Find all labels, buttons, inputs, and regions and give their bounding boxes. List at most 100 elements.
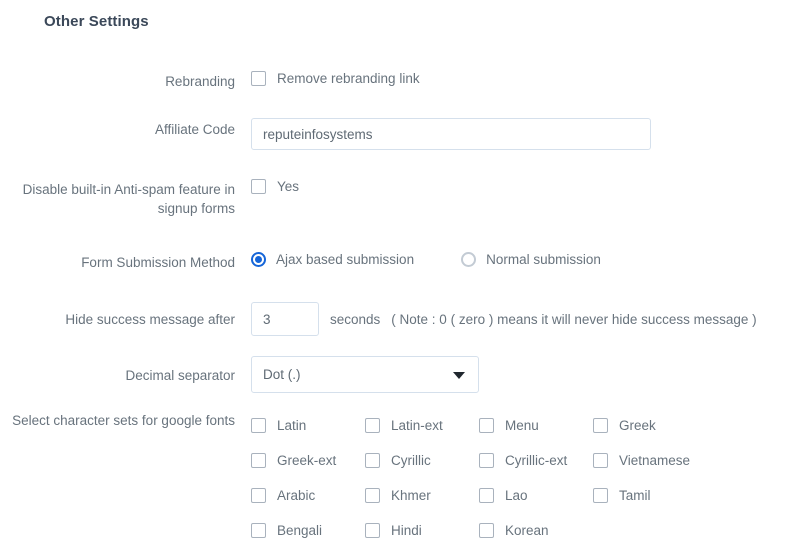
charset-cell: Tamil (593, 487, 707, 504)
form-row-character-sets: Select character sets for google fonts L… (0, 408, 796, 548)
radio-group-submission-method: Ajax based submission Normal submission (251, 251, 796, 268)
field-decimal-separator: Dot (.) (235, 356, 796, 393)
checkbox-cyrillic-ext[interactable]: Cyrillic-ext (479, 452, 567, 469)
checkbox-label: Bengali (277, 523, 323, 538)
radio-button-icon[interactable] (461, 252, 477, 267)
checkbox-khmer[interactable]: Khmer (365, 487, 431, 504)
checkbox-disable-antispam-yes[interactable]: Yes (251, 178, 299, 195)
checkbox-latin[interactable]: Latin (251, 417, 306, 434)
checkbox-box-icon[interactable] (593, 488, 608, 503)
checkbox-box-icon[interactable] (593, 453, 608, 468)
field-antispam: Yes (235, 178, 796, 199)
label-hide-success-message: Hide success message after (65, 312, 235, 327)
checkbox-lao[interactable]: Lao (479, 487, 528, 504)
charset-row: Latin Latin-ext Menu Greek (251, 408, 796, 443)
checkbox-hindi[interactable]: Hindi (365, 522, 422, 539)
charset-cell: Korean (479, 522, 593, 539)
checkbox-box-icon[interactable] (251, 71, 266, 86)
label-rebranding: Rebranding (165, 74, 235, 89)
checkbox-bengali[interactable]: Bengali (251, 522, 322, 539)
checkbox-box-icon[interactable] (365, 523, 380, 538)
checkbox-label: Arabic (277, 488, 316, 503)
label-form-submission-method: Form Submission Method (81, 255, 235, 270)
field-hide-success-message: seconds ( Note : 0 ( zero ) means it wil… (235, 302, 796, 336)
checkbox-tamil[interactable]: Tamil (593, 487, 651, 504)
label-affiliate-code: Affiliate Code (154, 122, 235, 137)
charset-cell: Vietnamese (593, 452, 707, 469)
field-character-sets: Latin Latin-ext Menu Greek Greek-ext Cyr… (235, 408, 796, 548)
decimal-separator-selected-value[interactable]: Dot (.) (251, 356, 479, 393)
charset-cell: Cyrillic-ext (479, 452, 593, 469)
checkbox-label: Khmer (391, 488, 431, 503)
checkbox-greek[interactable]: Greek (593, 417, 656, 434)
affiliate-code-input[interactable] (251, 118, 651, 150)
charset-cell: Latin (251, 417, 365, 434)
hide-success-note: ( Note : 0 ( zero ) means it will never … (391, 311, 757, 327)
radio-normal-submission[interactable]: Normal submission (461, 251, 601, 268)
charset-cell: Latin-ext (365, 417, 479, 434)
charset-row: Bengali Hindi Korean (251, 513, 796, 548)
checkbox-greek-ext[interactable]: Greek-ext (251, 452, 336, 469)
checkbox-box-icon[interactable] (251, 453, 266, 468)
charset-cell: Menu (479, 417, 593, 434)
checkbox-cyrillic[interactable]: Cyrillic (365, 452, 431, 469)
other-settings-panel: Other Settings Rebranding Remove rebrand… (0, 0, 796, 558)
checkbox-remove-rebranding-link[interactable]: Remove rebranding link (251, 70, 420, 87)
checkbox-box-icon[interactable] (251, 418, 266, 433)
radio-button-icon[interactable] (251, 252, 266, 267)
radio-label: Normal submission (486, 252, 601, 267)
checkbox-box-icon[interactable] (593, 418, 608, 433)
checkbox-label: Vietnamese (619, 453, 691, 468)
seconds-unit-label: seconds (330, 311, 381, 327)
form-row-hide-success-message: Hide success message after seconds ( Not… (0, 302, 796, 336)
form-row-submission-method: Form Submission Method Ajax based submis… (0, 251, 796, 272)
checkbox-box-icon[interactable] (251, 523, 266, 538)
checkbox-label: Greek-ext (277, 453, 337, 468)
checkbox-label: Menu (505, 418, 539, 433)
decimal-separator-select[interactable]: Dot (.) (251, 356, 479, 393)
form-row-affiliate-code: Affiliate Code (0, 118, 796, 150)
charset-cell: Greek-ext (251, 452, 365, 469)
charset-cell: Cyrillic (365, 452, 479, 469)
checkbox-korean[interactable]: Korean (479, 522, 549, 539)
charset-row: Arabic Khmer Lao Tamil (251, 478, 796, 513)
checkbox-box-icon[interactable] (365, 453, 380, 468)
page-title: Other Settings (44, 13, 149, 30)
checkbox-latin-ext[interactable]: Latin-ext (365, 417, 443, 434)
radio-label: Ajax based submission (276, 252, 415, 267)
checkbox-box-icon[interactable] (251, 179, 266, 194)
checkbox-label: Yes (277, 179, 300, 194)
checkbox-label: Korean (505, 523, 549, 538)
checkbox-box-icon[interactable] (479, 523, 494, 538)
charset-row: Greek-ext Cyrillic Cyrillic-ext Vietname… (251, 443, 796, 478)
charset-cell: Khmer (365, 487, 479, 504)
hide-success-seconds-input[interactable] (251, 302, 319, 336)
character-sets-grid: Latin Latin-ext Menu Greek Greek-ext Cyr… (251, 408, 796, 548)
field-affiliate-code (235, 118, 796, 150)
checkbox-box-icon[interactable] (479, 488, 494, 503)
checkbox-label: Hindi (391, 523, 422, 538)
charset-cell: Lao (479, 487, 593, 504)
checkbox-label: Greek (619, 418, 656, 433)
charset-cell: Arabic (251, 487, 365, 504)
checkbox-label: Cyrillic (391, 453, 431, 468)
checkbox-label: Remove rebranding link (277, 71, 420, 86)
label-disable-antispam: Disable built-in Anti-spam feature in si… (22, 182, 235, 216)
checkbox-box-icon[interactable] (365, 418, 380, 433)
radio-ajax-based-submission[interactable]: Ajax based submission (251, 251, 414, 268)
label-select-character-sets: Select character sets for google fonts (12, 413, 235, 428)
checkbox-menu[interactable]: Menu (479, 417, 539, 434)
charset-cell: Hindi (365, 522, 479, 539)
form-row-antispam: Disable built-in Anti-spam feature in si… (0, 178, 796, 218)
form-row-rebranding: Rebranding Remove rebranding link (0, 70, 796, 91)
checkbox-vietnamese[interactable]: Vietnamese (593, 452, 690, 469)
checkbox-box-icon[interactable] (251, 488, 266, 503)
checkbox-box-icon[interactable] (479, 418, 494, 433)
label-decimal-separator: Decimal separator (125, 368, 235, 383)
checkbox-label: Latin-ext (391, 418, 443, 433)
checkbox-label: Lao (505, 488, 528, 503)
checkbox-box-icon[interactable] (365, 488, 380, 503)
checkbox-arabic[interactable]: Arabic (251, 487, 315, 504)
checkbox-label: Cyrillic-ext (505, 453, 568, 468)
checkbox-box-icon[interactable] (479, 453, 494, 468)
